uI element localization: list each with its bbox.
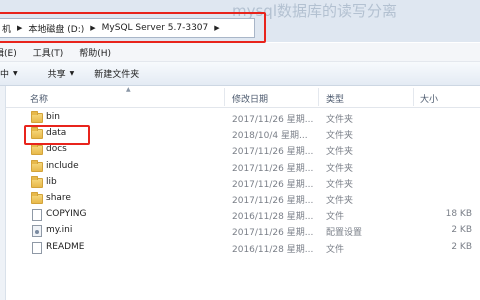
file-name: lib (46, 176, 57, 187)
sort-caret-icon: ▲ (126, 86, 131, 93)
folder-icon (31, 191, 43, 204)
folder-icon (31, 111, 43, 123)
column-divider[interactable] (413, 88, 414, 106)
file-row-readme[interactable]: README 2016/11/28 星期... 文件 2 KB (6, 240, 480, 256)
file-date: 2016/11/28 星期... (232, 244, 314, 255)
file-date: 2018/10/4 星期... (232, 131, 308, 142)
menu-tools[interactable]: 工具(T) (33, 46, 64, 59)
dropdown-arrow-icon: ▼ (13, 70, 18, 77)
file-type: 文件夹 (326, 179, 354, 190)
file-name: bin (46, 112, 60, 122)
file-icon (32, 241, 42, 254)
file-row-copying[interactable]: COPYING 2016/11/28 星期... 文件 18 KB (6, 207, 480, 223)
file-name: README (46, 241, 85, 252)
file-icon (32, 209, 42, 222)
share-label: 共享 (47, 70, 66, 80)
menu-bar: 编辑(E) 工具(T) 帮助(H) (0, 43, 480, 62)
file-date: 2017/11/26 星期... (232, 179, 314, 190)
menu-help[interactable]: 帮助(H) (79, 46, 111, 59)
file-date: 2017/11/26 星期... (232, 163, 314, 174)
column-name[interactable]: 名称 (30, 92, 48, 105)
address-bar-area: mysql数据库的读写分离 机 ▶ 本地磁盘 (D:) ▶ MySQL Serv… (0, 0, 480, 43)
toolbar-partial-button[interactable]: 中 ▼ (0, 67, 18, 80)
file-size: 2 KB (451, 241, 472, 252)
file-type: 文件夹 (326, 195, 354, 206)
share-button[interactable]: 共享 ▼ (48, 67, 75, 80)
file-type: 文件 (326, 212, 345, 223)
file-date: 2016/11/28 星期... (232, 212, 314, 223)
file-name: docs (46, 144, 67, 155)
address-highlight-box (0, 12, 266, 43)
file-name: my.ini (46, 225, 73, 236)
file-row-bin[interactable]: bin 2017/11/26 星期... 文件夹 (6, 110, 480, 126)
data-folder-highlight-box (24, 125, 90, 145)
column-divider[interactable] (224, 88, 225, 106)
column-size[interactable]: 大小 (420, 92, 438, 105)
file-date: 2017/11/26 星期... (232, 228, 314, 239)
file-type: 文件夹 (326, 147, 354, 158)
file-date: 2017/11/26 星期... (232, 147, 314, 158)
column-date-modified[interactable]: 修改日期 (232, 92, 268, 105)
file-size: 18 KB (445, 209, 472, 220)
file-type: 文件夹 (326, 115, 354, 125)
folder-icon (31, 175, 43, 188)
file-date: 2017/11/26 星期... (232, 195, 314, 206)
file-type: 文件夹 (326, 131, 354, 142)
column-divider[interactable] (318, 88, 319, 106)
settings-file-icon (32, 225, 42, 238)
file-size: 2 KB (451, 225, 472, 236)
file-name: include (46, 160, 79, 171)
column-type[interactable]: 类型 (326, 92, 344, 105)
file-date: 2017/11/26 星期... (232, 115, 314, 125)
command-toolbar: 中 ▼ 共享 ▼ 新建文件夹 (0, 62, 480, 86)
file-name: COPYING (46, 209, 87, 220)
file-type: 配置设置 (326, 228, 363, 239)
file-name: share (46, 192, 71, 203)
file-type: 文件夹 (326, 163, 354, 174)
file-row-my-ini[interactable]: my.ini 2017/11/26 星期... 配置设置 2 KB (6, 223, 480, 239)
new-folder-button[interactable]: 新建文件夹 (94, 67, 139, 80)
toolbar-partial-label: 中 (0, 70, 10, 80)
file-row-include[interactable]: include 2017/11/26 星期... 文件夹 (6, 159, 480, 175)
dropdown-arrow-icon: ▼ (69, 70, 75, 77)
file-type: 文件 (326, 244, 345, 255)
column-header-row: ▲ 名称 修改日期 类型 大小 (6, 86, 480, 108)
folder-icon (31, 143, 43, 156)
folder-icon (31, 159, 43, 172)
menu-edit[interactable]: 编辑(E) (0, 46, 17, 59)
file-row-lib[interactable]: lib 2017/11/26 星期... 文件夹 (6, 175, 480, 191)
file-row-share[interactable]: share 2017/11/26 星期... 文件夹 (6, 191, 480, 207)
